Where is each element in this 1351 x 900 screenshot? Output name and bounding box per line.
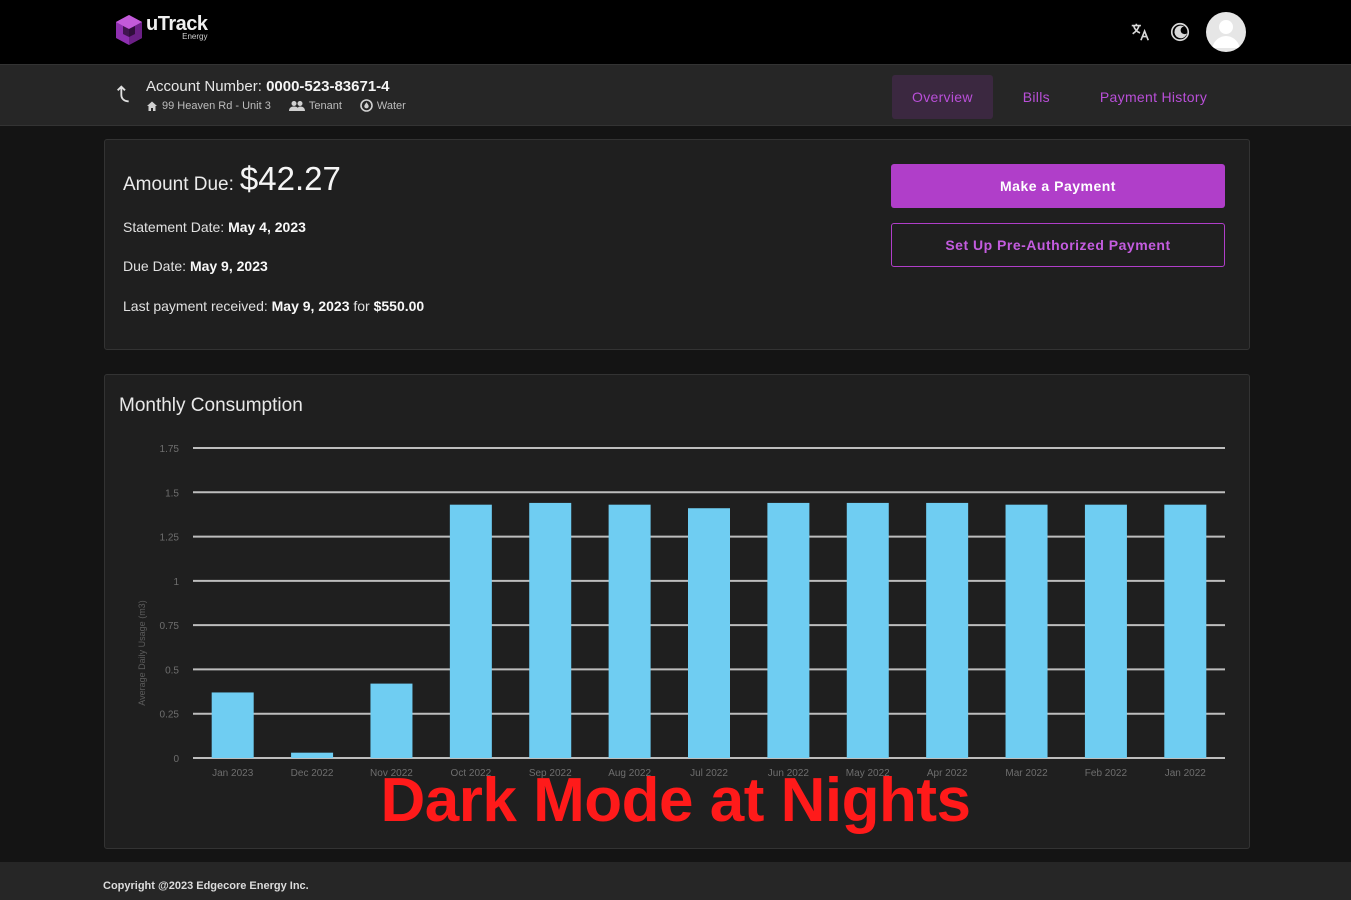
water-icon — [360, 99, 373, 112]
y-tick-label: 1.25 — [160, 533, 180, 544]
people-icon — [288, 100, 305, 111]
logo-cube-icon — [116, 15, 142, 45]
chart-bar — [370, 683, 413, 758]
y-tick-label: 0.25 — [160, 710, 180, 721]
y-axis-label: Average Daily Usage (m3) — [137, 600, 147, 705]
chart-bar — [608, 504, 651, 758]
account-label: Account Number: — [146, 78, 262, 95]
statement-date-label: Statement Date: — [123, 219, 225, 235]
address-item: 99 Heaven Rd - Unit 3 — [146, 100, 271, 112]
y-tick-label: 0.75 — [160, 621, 180, 632]
statement-date-line: Statement Date: May 4, 2023 — [123, 219, 306, 235]
preauthorized-payment-button[interactable]: Set Up Pre-Authorized Payment — [891, 223, 1225, 267]
amount-due-label: Amount Due: — [123, 174, 234, 195]
account-number: 0000-523-83671-4 — [266, 78, 390, 95]
chart-bar — [1084, 504, 1127, 758]
chart-bar — [1164, 504, 1207, 758]
chart-bar — [1005, 504, 1048, 758]
translate-icon[interactable] — [1120, 12, 1160, 52]
chart-bar — [926, 502, 969, 758]
footer: Copyright @2023 Edgecore Energy Inc. — [0, 862, 1351, 900]
chart-bar — [291, 752, 334, 758]
make-payment-button[interactable]: Make a Payment — [891, 164, 1225, 208]
chart-bar — [211, 692, 254, 758]
address-text: 99 Heaven Rd - Unit 3 — [162, 99, 271, 112]
tab-bills[interactable]: Bills — [1003, 75, 1070, 119]
tab-overview[interactable]: Overview — [892, 75, 993, 119]
last-payment-date: May 9, 2023 — [271, 298, 350, 314]
account-bar: Account Number: 0000-523-83671-4 99 Heav… — [0, 64, 1351, 126]
tab-payment-history[interactable]: Payment History — [1080, 75, 1227, 119]
chart-bar — [767, 502, 810, 758]
chart-bar — [688, 508, 730, 758]
last-payment-amount: $550.00 — [373, 298, 425, 314]
amount-due-card: Amount Due: $42.27 Statement Date: May 4… — [104, 139, 1250, 350]
due-date-label: Due Date: — [123, 258, 187, 274]
y-tick-label: 0.5 — [165, 665, 179, 676]
logo[interactable]: uTrack Energy — [114, 13, 208, 46]
dark-mode-icon[interactable] — [1160, 12, 1200, 52]
chart-title: Monthly Consumption — [119, 395, 303, 416]
avatar[interactable] — [1206, 12, 1246, 52]
role-text: Tenant — [308, 99, 342, 112]
y-tick-label: 1.5 — [165, 488, 179, 499]
due-date-value: May 9, 2023 — [189, 258, 268, 274]
statement-date-value: May 4, 2023 — [228, 219, 306, 235]
chart-bar — [529, 502, 572, 758]
due-date-line: Due Date: May 9, 2023 — [123, 258, 268, 274]
last-payment-line: Last payment received: May 9, 2023 for $… — [123, 298, 424, 314]
account-number-line: Account Number: 0000-523-83671-4 — [146, 78, 424, 95]
service-text: Water — [376, 99, 406, 112]
overlay-caption: Dark Mode at Nights — [380, 766, 971, 835]
chart-bar — [449, 504, 492, 758]
back-arrow-icon[interactable] — [114, 83, 136, 110]
service-item: Water — [360, 99, 406, 112]
brand-name: uTrack — [146, 13, 208, 35]
role-item: Tenant — [288, 99, 342, 112]
last-payment-label: Last payment received: — [123, 298, 268, 314]
amount-due-value: $42.27 — [239, 160, 341, 197]
y-tick-label: 1 — [173, 577, 179, 588]
home-icon — [147, 101, 157, 111]
y-tick-label: 0 — [173, 754, 179, 765]
y-tick-label: 1.75 — [160, 444, 180, 455]
last-payment-for: for — [353, 298, 370, 314]
copyright-text: Copyright @2023 Edgecore Energy Inc. — [103, 880, 309, 892]
chart-bar — [846, 502, 889, 758]
top-bar: uTrack Energy — [0, 0, 1351, 64]
